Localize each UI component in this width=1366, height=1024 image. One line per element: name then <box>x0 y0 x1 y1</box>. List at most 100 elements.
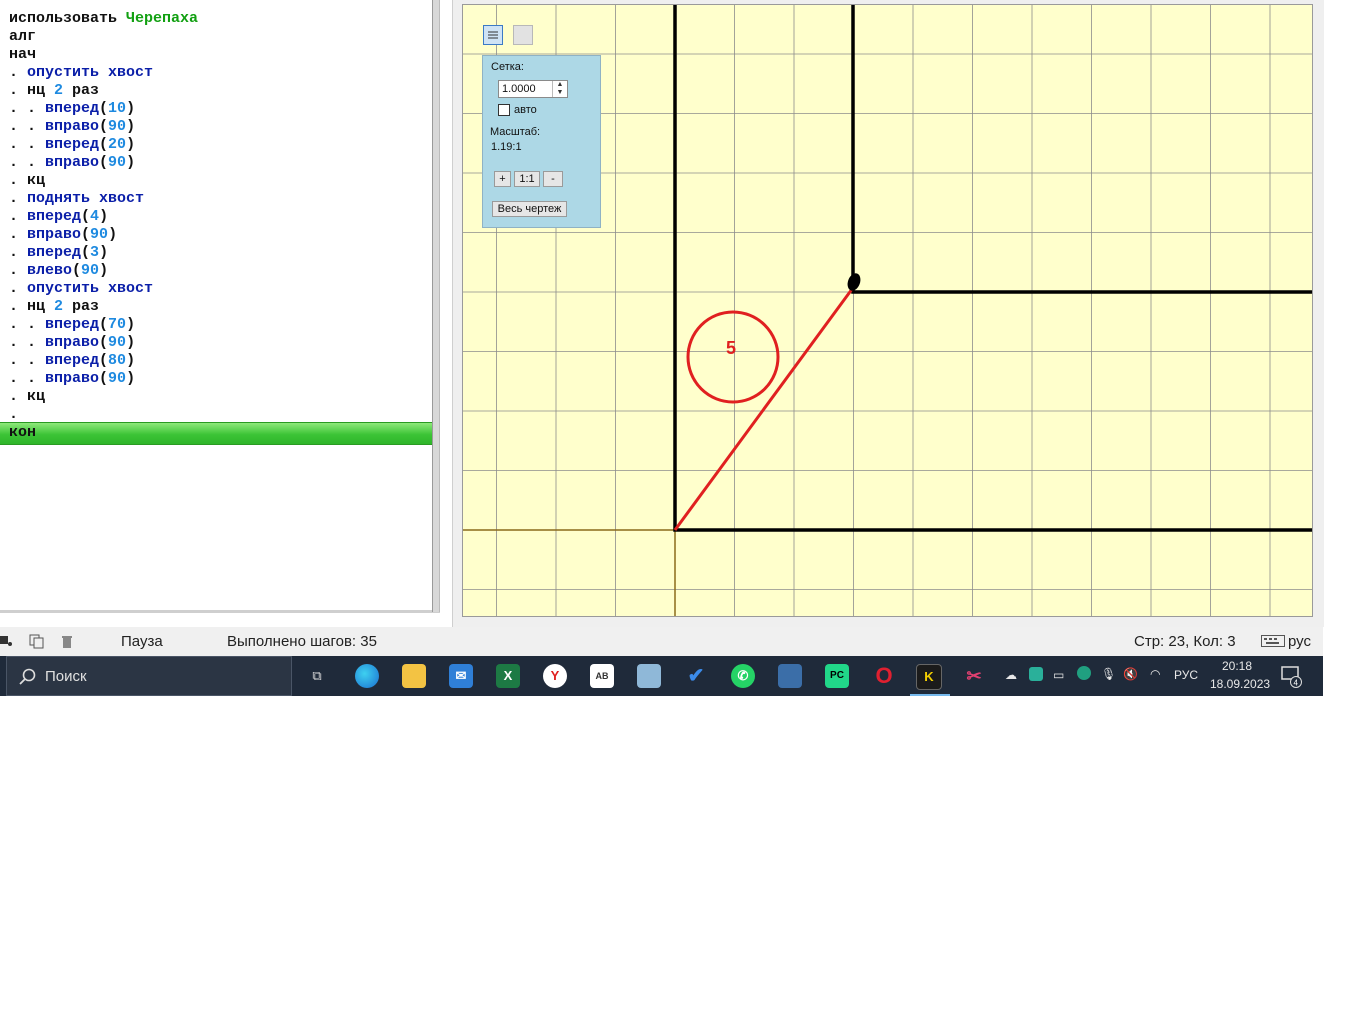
code-token: 90 <box>108 334 127 351</box>
spin-arrows-icon[interactable]: ▲ ▼ <box>552 81 567 97</box>
edge-icon[interactable] <box>355 664 379 688</box>
battery-icon[interactable]: ▭ <box>1053 668 1064 682</box>
turtle-path-square-1 <box>673 5 1312 532</box>
run-mode-icon[interactable] <box>0 634 14 648</box>
taskbar-search[interactable]: Поиск <box>6 656 292 696</box>
code-line[interactable]: . опустить хвост <box>9 64 153 82</box>
code-token: раз <box>63 82 100 99</box>
code-token: алг <box>9 28 37 45</box>
code-token: влево <box>27 262 73 279</box>
code-line[interactable]: алг <box>9 28 36 46</box>
notification-center-icon[interactable]: 4 <box>1281 666 1303 688</box>
menu-toggle-button[interactable] <box>483 25 503 45</box>
hamburger-icon <box>488 31 498 39</box>
zoom-out-button[interactable]: - <box>543 171 563 187</box>
code-line[interactable]: . . вперед(80) <box>9 352 135 370</box>
kumir-icon[interactable]: K <box>916 664 942 690</box>
code-token: ) <box>108 226 118 243</box>
wifi-icon[interactable]: ◠ <box>1150 667 1160 681</box>
code-line[interactable]: нач <box>9 46 36 64</box>
code-token: . . <box>9 352 46 369</box>
code-line[interactable]: . . вперед(70) <box>9 316 135 334</box>
code-token: ) <box>99 244 109 261</box>
zoom-in-button[interactable]: + <box>494 171 511 187</box>
search-icon <box>19 668 36 685</box>
auto-grid-checkbox[interactable] <box>498 104 510 116</box>
code-line[interactable]: . кц <box>9 388 45 406</box>
copy-icon[interactable] <box>29 634 45 650</box>
snipping-tool-icon[interactable]: ✂ <box>962 664 986 688</box>
code-line[interactable]: использовать Черепаха <box>9 10 198 28</box>
notes-app-icon[interactable] <box>637 664 661 688</box>
code-token: ( <box>99 352 109 369</box>
code-line[interactable]: . . вправо(90) <box>9 370 135 388</box>
execution-state: Пауза <box>121 633 163 650</box>
steps-counter: Выполнено шагов: 35 <box>227 633 377 650</box>
code-token: ) <box>126 352 136 369</box>
code-editor[interactable]: использовать Черепаха алг нач. опустить хв… <box>0 0 432 610</box>
tray-language[interactable]: РУС <box>1174 668 1198 682</box>
code-line[interactable]: . вперед(4) <box>9 208 108 226</box>
code-line[interactable]: . влево(90) <box>9 262 108 280</box>
code-token: вправо <box>45 370 100 387</box>
grid-step-value: 1.0000 <box>502 83 536 95</box>
annotation-label: 5 <box>726 338 736 358</box>
code-token: 90 <box>81 262 100 279</box>
code-token: нач <box>9 46 37 63</box>
code-token: . нц <box>9 298 55 315</box>
python-icon[interactable] <box>778 664 802 688</box>
code-token: ) <box>126 136 136 153</box>
tray-app-icon[interactable] <box>1029 667 1043 681</box>
whatsapp-icon[interactable]: ✆ <box>731 664 755 688</box>
pycharm-icon[interactable]: PC <box>825 664 849 688</box>
excel-icon[interactable]: X <box>496 664 520 688</box>
secondary-view-button[interactable] <box>513 25 533 45</box>
fit-all-button[interactable]: Весь чертеж <box>492 201 567 217</box>
file-explorer-icon[interactable] <box>402 664 426 688</box>
code-line[interactable]: . нц 2 раз <box>9 82 99 100</box>
tray-edge-icon[interactable] <box>1077 666 1091 680</box>
todo-icon[interactable]: ✔ <box>684 664 708 688</box>
code-token: опустить хвост <box>27 280 154 297</box>
code-token: 80 <box>108 352 127 369</box>
code-token: раз <box>63 298 100 315</box>
microphone-icon[interactable]: 🎙 <box>1101 667 1116 681</box>
code-line[interactable]: . поднять хвост <box>9 190 144 208</box>
grid-step-spinbox[interactable]: 1.0000 ▲ ▼ <box>498 80 568 98</box>
clock-time[interactable]: 20:18 <box>1222 659 1252 673</box>
code-token: . <box>9 208 28 225</box>
code-line[interactable]: . опустить хвост <box>9 280 153 298</box>
code-line[interactable]: . . вперед(10) <box>9 100 135 118</box>
scale-label: Масштаб: <box>490 126 541 138</box>
code-token: ) <box>126 154 136 171</box>
end-keyword: кон <box>9 424 37 441</box>
code-token: . <box>9 244 28 261</box>
code-token: ( <box>81 226 91 243</box>
code-line[interactable]: . кц <box>9 172 45 190</box>
yandex-browser-icon[interactable]: Y <box>543 664 567 688</box>
speaker-muted-icon[interactable]: 🔇 <box>1123 667 1138 681</box>
code-line[interactable]: . вправо(90) <box>9 226 117 244</box>
code-line[interactable]: . нц 2 раз <box>9 298 99 316</box>
cursor-position: Стр: 23, Кол: 3 <box>1134 633 1236 650</box>
zoom-reset-button[interactable]: 1:1 <box>514 171 540 187</box>
code-token: вперед <box>45 100 100 117</box>
annotation-line <box>673 284 857 531</box>
code-token: вперед <box>27 244 82 261</box>
mail-icon[interactable]: ✉ <box>449 664 473 688</box>
pane-splitter[interactable] <box>432 0 440 612</box>
code-line[interactable]: . . вправо(90) <box>9 118 135 136</box>
clock-date[interactable]: 18.09.2023 <box>1210 677 1270 691</box>
code-token: 20 <box>108 136 127 153</box>
trash-icon[interactable] <box>61 635 73 649</box>
tray-cloud-icon[interactable]: ☁ <box>1005 668 1017 682</box>
code-line[interactable]: . . вперед(20) <box>9 136 135 154</box>
code-token: ( <box>99 316 109 333</box>
code-line[interactable]: . . вправо(90) <box>9 154 135 172</box>
abbyy-icon[interactable]: AB <box>590 664 614 688</box>
task-view-icon[interactable]: ⧉ <box>305 664 329 688</box>
code-line[interactable]: . . вправо(90) <box>9 334 135 352</box>
opera-icon[interactable]: O <box>872 664 896 688</box>
code-line[interactable]: . вперед(3) <box>9 244 108 262</box>
code-token: . нц <box>9 82 55 99</box>
